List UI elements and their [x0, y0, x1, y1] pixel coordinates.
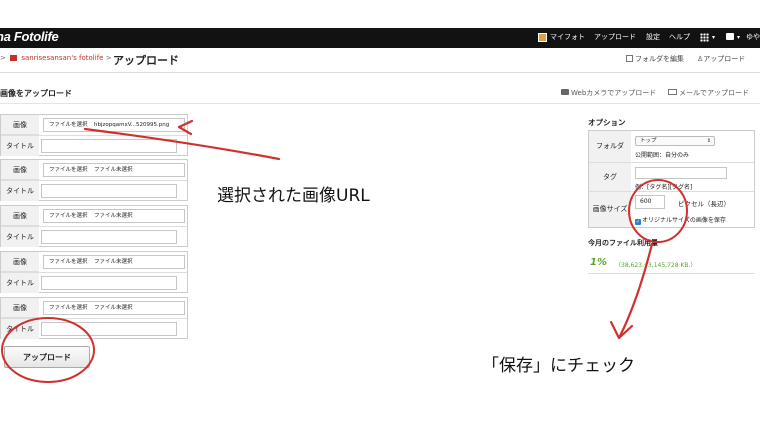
folder-label: フォルダ	[589, 131, 631, 162]
breadcrumb-owner-link[interactable]: sanrisesansan's fotolife	[21, 54, 103, 62]
divider	[0, 72, 760, 73]
chevron-down-icon: ▾	[737, 34, 741, 41]
select-arrows-icon: ⇕	[706, 138, 711, 144]
title-input[interactable]	[41, 276, 177, 290]
section-title: 画像をアップロード	[0, 89, 72, 98]
folder-select[interactable]: トップ ⇕	[635, 136, 715, 146]
folder-select-value: トップ	[640, 138, 657, 144]
usage-detail: （38,623／3,145,728 KB.）	[615, 262, 697, 269]
user-menu[interactable]: ゆや	[746, 32, 760, 42]
top-bar: na Fotolife マイフォト アップロード 設定 ヘルプ ▾ ▾ ゆや	[0, 28, 760, 48]
nav-upload[interactable]: アップロード	[594, 32, 636, 42]
edit-folder-link[interactable]: フォルダを編集	[626, 54, 684, 64]
tag-label: タグ	[589, 163, 631, 191]
options-table: フォルダ タグ 画像サイズ トップ ⇕ 公開範囲：自分のみ 例：[タグ名][タグ…	[588, 130, 755, 228]
folder-edit-icon	[626, 55, 633, 62]
file-input[interactable]: ファイルを選択 ファイル未選択	[43, 255, 185, 269]
choose-file-button[interactable]: ファイルを選択	[49, 302, 88, 314]
file-name: ファイル未選択	[94, 213, 133, 219]
divider	[1, 135, 187, 136]
breadcrumb-separator: >	[0, 54, 6, 62]
file-input[interactable]: ファイルを選択 ファイル未選択	[43, 301, 185, 315]
nav-myfoto[interactable]: マイフォト	[550, 32, 585, 42]
upload-group: 画像 タイトル ファイルを選択 ファイル未選択	[0, 159, 188, 201]
site-logo[interactable]: na Fotolife	[0, 29, 59, 44]
usage-title: 今月のファイル利用量	[588, 239, 658, 247]
annotation-url-note: 選択された画像URL	[217, 186, 370, 206]
divider	[1, 226, 187, 227]
file-input[interactable]: ファイルを選択 ファイル未選択	[43, 163, 185, 177]
title-label: タイトル	[1, 227, 39, 247]
nav-help[interactable]: ヘルプ	[669, 32, 690, 42]
image-label: 画像	[1, 252, 39, 272]
image-size-label: 画像サイズ	[589, 192, 631, 227]
file-name: ファイル未選択	[94, 259, 133, 265]
image-label: 画像	[1, 298, 39, 318]
file-input[interactable]: ファイルを選択 hbjzopqamxV...520995.png	[43, 118, 185, 132]
title-input[interactable]	[41, 230, 177, 244]
image-size-unit: ピクセル（長辺）	[678, 200, 730, 208]
mail-upload-link[interactable]: メールでアップロード	[668, 88, 749, 98]
options-title: オプション	[588, 118, 626, 127]
upload-link-label: アップロード	[703, 55, 746, 63]
public-range-text: 公開範囲：自分のみ	[635, 152, 690, 159]
image-label: 画像	[1, 160, 39, 180]
title-input[interactable]	[41, 322, 177, 336]
title-label: タイトル	[1, 181, 39, 201]
breadcrumb-separator: >	[105, 54, 112, 62]
keep-original-label: オリジナルサイズの画像を保存	[642, 217, 726, 224]
upload-group: 画像 タイトル ファイルを選択 hbjzopqamxV...520995.png	[0, 114, 188, 156]
upload-group: 画像 タイトル ファイルを選択 ファイル未選択	[0, 297, 188, 339]
apps-grid-icon[interactable]	[700, 33, 709, 42]
file-name: ファイル未選択	[94, 305, 133, 311]
image-label: 画像	[1, 206, 39, 226]
keep-original-checkbox[interactable]: ✓	[635, 219, 641, 225]
upload-group: 画像 タイトル ファイルを選択 ファイル未選択	[0, 205, 188, 247]
title-input[interactable]	[41, 139, 177, 153]
image-size-input[interactable]: 600	[635, 195, 665, 209]
choose-file-button[interactable]: ファイルを選択	[49, 164, 88, 176]
camera-icon	[561, 89, 569, 95]
file-name: hbjzopqamxV...520995.png	[94, 122, 170, 128]
title-label: タイトル	[1, 319, 39, 339]
divider	[588, 273, 755, 274]
chat-icon[interactable]	[726, 33, 734, 40]
image-label: 画像	[1, 115, 39, 135]
webcam-upload-link[interactable]: Webカメラでアップロード	[561, 88, 656, 98]
title-input[interactable]	[41, 184, 177, 198]
mail-icon	[668, 89, 677, 95]
edit-folder-label: フォルダを編集	[635, 55, 684, 63]
mail-upload-label: メールでアップロード	[679, 89, 749, 97]
tag-example-text: 例：[タグ名][タグ名]	[635, 184, 693, 191]
chevron-down-icon: ▾	[712, 34, 716, 41]
webcam-upload-label: Webカメラでアップロード	[571, 89, 657, 97]
nav-settings[interactable]: 設定	[646, 32, 660, 42]
page-title: アップロード	[113, 54, 179, 67]
title-label: タイトル	[1, 273, 39, 293]
tag-input[interactable]	[635, 167, 727, 179]
keep-original-option[interactable]: ✓ オリジナルサイズの画像を保存	[635, 215, 726, 225]
divider	[1, 318, 187, 319]
upload-button[interactable]: アップロード	[4, 346, 90, 368]
breadcrumb: > sanrisesansan's fotolife >	[0, 54, 112, 62]
fotolife-icon	[10, 55, 18, 61]
divider	[0, 103, 760, 104]
file-input[interactable]: ファイルを選択 ファイル未選択	[43, 209, 185, 223]
myfoto-icon[interactable]	[538, 33, 547, 42]
upload-link[interactable]: ♙アップロード	[697, 54, 745, 64]
divider	[1, 272, 187, 273]
upload-group: 画像 タイトル ファイルを選択 ファイル未選択	[0, 251, 188, 293]
choose-file-button[interactable]: ファイルを選択	[49, 119, 88, 131]
annotation-arrow-head	[609, 320, 634, 340]
divider	[1, 180, 187, 181]
annotation-save-note: 「保存」にチェック	[482, 356, 635, 376]
file-name: ファイル未選択	[94, 167, 133, 173]
choose-file-button[interactable]: ファイルを選択	[49, 210, 88, 222]
usage-percent: 1%	[590, 257, 607, 268]
annotation-arrow-line	[618, 242, 654, 338]
choose-file-button[interactable]: ファイルを選択	[49, 256, 88, 268]
title-label: タイトル	[1, 136, 39, 156]
